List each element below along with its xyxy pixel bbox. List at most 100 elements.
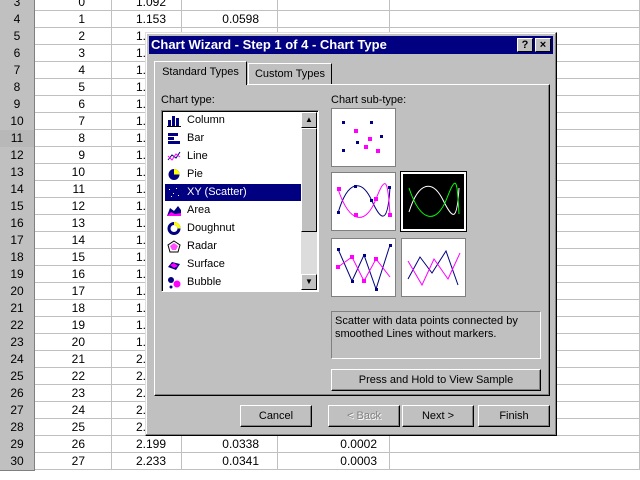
cell-col-c[interactable]: 0.0338 [182, 436, 278, 453]
cell-col-e[interactable] [390, 436, 640, 453]
cell-col-b[interactable]: 1.153 [112, 11, 182, 28]
cell-col-d[interactable]: 0.0002 [278, 436, 390, 453]
cell-col-a[interactable]: 8 [35, 130, 112, 147]
chart-type-bar[interactable]: Bar [165, 130, 301, 147]
scroll-thumb[interactable] [301, 128, 317, 232]
chart-type-pie[interactable]: Pie [165, 166, 301, 183]
cell-col-c[interactable]: 0.0341 [182, 453, 278, 470]
row-header[interactable]: 10 [0, 113, 35, 131]
cell-col-b[interactable]: 1.092 [112, 0, 182, 11]
chart-type-doughnut[interactable]: Doughnut [165, 220, 301, 237]
row-header[interactable]: 19 [0, 266, 35, 284]
back-button[interactable]: < Back [328, 405, 400, 427]
chart-type-bubble[interactable]: Bubble [165, 274, 301, 291]
cell-col-a[interactable]: 5 [35, 79, 112, 96]
row-header[interactable]: 16 [0, 215, 35, 233]
cell-col-a[interactable]: 21 [35, 351, 112, 368]
cancel-button[interactable]: Cancel [240, 405, 312, 427]
row-header[interactable]: 28 [0, 419, 35, 437]
cell-col-e[interactable] [390, 0, 640, 11]
cell-col-a[interactable]: 1 [35, 11, 112, 28]
row-header[interactable]: 26 [0, 385, 35, 403]
cell-col-a[interactable]: 0 [35, 0, 112, 11]
cell-col-a[interactable]: 27 [35, 453, 112, 470]
cell-col-e[interactable] [390, 453, 640, 470]
cell-col-a[interactable]: 6 [35, 96, 112, 113]
row-header[interactable]: 7 [0, 62, 35, 80]
cell-col-a[interactable]: 13 [35, 215, 112, 232]
chart-type-xy-scatter[interactable]: XY (Scatter) [165, 184, 301, 201]
cell-col-b[interactable]: 2.199 [112, 436, 182, 453]
row-header[interactable]: 17 [0, 232, 35, 250]
cell-col-c[interactable]: 0.0598 [182, 11, 278, 28]
cell-col-a[interactable]: 14 [35, 232, 112, 249]
row-header[interactable]: 9 [0, 96, 35, 114]
cell-col-a[interactable]: 12 [35, 198, 112, 215]
cell-col-a[interactable]: 17 [35, 283, 112, 300]
row-header[interactable]: 25 [0, 368, 35, 386]
row-header[interactable]: 5 [0, 28, 35, 46]
finish-button[interactable]: Finish [478, 405, 550, 427]
cell-col-a[interactable]: 20 [35, 334, 112, 351]
scroll-down-button[interactable]: ▼ [301, 274, 317, 290]
row-header[interactable]: 15 [0, 198, 35, 216]
row-header[interactable]: 24 [0, 351, 35, 369]
row-header[interactable]: 6 [0, 45, 35, 63]
subtype-scatter-lines-no-markers[interactable] [401, 238, 466, 297]
cell-col-a[interactable]: 11 [35, 181, 112, 198]
cell-col-a[interactable]: 26 [35, 436, 112, 453]
row-header[interactable]: 30 [0, 453, 35, 471]
chart-type-area[interactable]: Area [165, 202, 301, 219]
chart-type-scrollbar[interactable]: ▲ ▼ [301, 112, 317, 290]
cell-col-a[interactable]: 3 [35, 45, 112, 62]
cell-col-a[interactable]: 7 [35, 113, 112, 130]
cell-col-a[interactable]: 19 [35, 317, 112, 334]
cell-col-a[interactable]: 15 [35, 249, 112, 266]
cell-col-e[interactable] [390, 11, 640, 28]
cell-col-a[interactable]: 22 [35, 368, 112, 385]
subtype-scatter-smoothed-markers[interactable] [331, 172, 396, 231]
subtype-scatter-smoothed-no-markers[interactable] [400, 171, 467, 232]
chart-type-list[interactable]: Column Bar Line Pie XY (Scatter) Area Doughnut… [161, 110, 319, 292]
help-button[interactable]: ? [517, 38, 533, 52]
row-header[interactable]: 11 [0, 130, 35, 148]
row-header[interactable]: 12 [0, 147, 35, 165]
row-header[interactable]: 27 [0, 402, 35, 420]
chart-type-column[interactable]: Column [165, 112, 301, 129]
cell-col-d[interactable]: 0.0003 [278, 453, 390, 470]
row-header[interactable]: 8 [0, 79, 35, 97]
cell-col-d[interactable] [278, 11, 390, 28]
cell-col-a[interactable]: 4 [35, 62, 112, 79]
row-header[interactable]: 21 [0, 300, 35, 318]
press-hold-sample-button[interactable]: Press and Hold to View Sample [331, 369, 541, 391]
cell-col-c[interactable] [182, 0, 278, 11]
cell-col-a[interactable]: 18 [35, 300, 112, 317]
close-button[interactable]: × [535, 38, 551, 52]
row-header[interactable]: 22 [0, 317, 35, 335]
cell-col-b[interactable]: 2.233 [112, 453, 182, 470]
row-header[interactable]: 14 [0, 181, 35, 199]
tab-standard-types[interactable]: Standard Types [154, 61, 247, 85]
cell-col-a[interactable]: 23 [35, 385, 112, 402]
cell-col-a[interactable]: 24 [35, 402, 112, 419]
cell-col-d[interactable] [278, 0, 390, 11]
row-header[interactable]: 18 [0, 249, 35, 267]
dialog-title-bar[interactable]: Chart Wizard - Step 1 of 4 - Chart Type … [149, 36, 553, 54]
subtype-scatter-markers[interactable] [331, 108, 396, 167]
cell-col-a[interactable]: 25 [35, 419, 112, 436]
scroll-up-button[interactable]: ▲ [301, 112, 317, 128]
row-header[interactable]: 20 [0, 283, 35, 301]
cell-col-a[interactable]: 9 [35, 147, 112, 164]
subtype-scatter-lines-markers[interactable] [331, 238, 396, 297]
row-header[interactable]: 13 [0, 164, 35, 182]
chart-type-line[interactable]: Line [165, 148, 301, 165]
cell-col-a[interactable]: 2 [35, 28, 112, 45]
tab-custom-types[interactable]: Custom Types [248, 63, 332, 84]
row-header[interactable]: 4 [0, 11, 35, 29]
chart-type-radar[interactable]: Radar [165, 238, 301, 255]
chart-type-surface[interactable]: Surface [165, 256, 301, 273]
cell-col-a[interactable]: 16 [35, 266, 112, 283]
cell-col-a[interactable]: 10 [35, 164, 112, 181]
next-button[interactable]: Next > [402, 405, 474, 427]
row-header[interactable]: 23 [0, 334, 35, 352]
